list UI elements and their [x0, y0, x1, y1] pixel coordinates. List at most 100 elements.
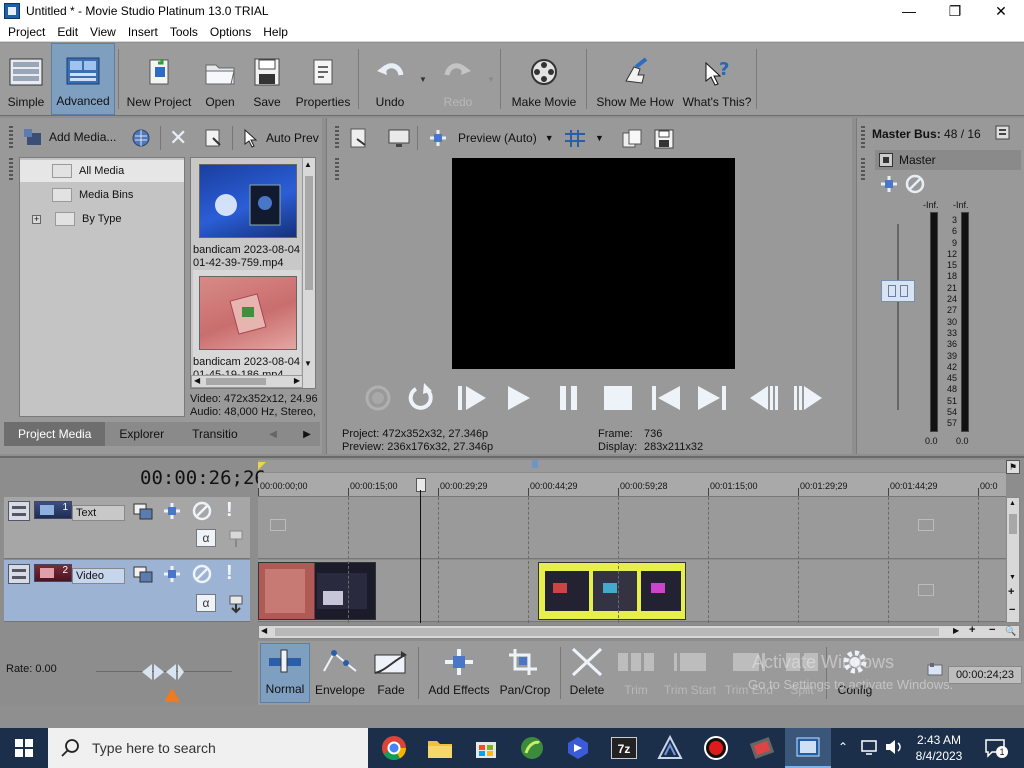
record-icon[interactable]	[365, 385, 391, 411]
trim-start-button[interactable]: Trim Start	[660, 643, 720, 703]
master-bus-properties-icon[interactable]	[995, 125, 1011, 144]
tree-item-media-bins[interactable]: Media Bins	[20, 184, 133, 206]
scroll-down-icon[interactable]: ▼	[1009, 574, 1016, 581]
panel-grip[interactable]	[335, 126, 339, 148]
track-expand-icon[interactable]	[8, 501, 30, 521]
app-taskbar-icon[interactable]	[647, 728, 693, 768]
video-preview-screen[interactable]	[452, 158, 735, 369]
copy-snapshot-icon[interactable]	[621, 128, 643, 153]
maximize-button[interactable]: ❐	[932, 0, 978, 22]
network-icon[interactable]	[860, 738, 880, 759]
tab-scroll-left-icon[interactable]: ◀	[264, 422, 282, 446]
master-fx-icon[interactable]	[879, 153, 893, 167]
undo-button[interactable]: Undo	[366, 43, 414, 115]
whats-this-button[interactable]: ? What's This?	[682, 43, 752, 115]
compositing-mode-icon[interactable]	[132, 564, 154, 587]
undo-dropdown-icon[interactable]: ▼	[419, 75, 427, 84]
media-list-hscrollbar[interactable]: ◀ ▶	[191, 375, 303, 388]
panel-grip[interactable]	[9, 158, 13, 180]
timeline-cursor-time[interactable]: 00:00:26;26	[140, 467, 266, 489]
panel-grip[interactable]	[335, 158, 339, 180]
scrollbar-thumb[interactable]	[305, 176, 313, 290]
media-file-item[interactable]: bandicam 2023-08-04 01-45-19-186.mp4	[193, 270, 301, 382]
scrollbar-thumb[interactable]	[1009, 514, 1017, 534]
loop-playback-icon[interactable]	[408, 383, 433, 410]
taskbar-search-box[interactable]: Type here to search	[48, 728, 368, 768]
app-taskbar-icon[interactable]	[739, 728, 785, 768]
panel-divider[interactable]	[0, 456, 1024, 458]
marker-icon[interactable]	[532, 460, 538, 468]
timeline-hscrollbar[interactable]: ◀ ▶ + − 🔍	[258, 624, 1020, 639]
zoom-out-vertical-icon[interactable]: −	[1009, 604, 1015, 616]
show-hidden-icons-icon[interactable]: ⌃	[838, 740, 848, 754]
play-from-start-icon[interactable]	[458, 386, 486, 410]
new-project-button[interactable]: New Project	[124, 43, 194, 115]
overlays-button[interactable]: ▼	[563, 128, 604, 148]
bandicam-taskbar-icon[interactable]	[693, 728, 739, 768]
tab-scroll-right-icon[interactable]: ▶	[298, 422, 316, 446]
scroll-down-icon[interactable]: ▼	[304, 359, 312, 368]
timeline-ruler[interactable]: 00:00:00;00 00:00:15;00 00:00:29;29 00:0…	[258, 473, 1006, 497]
track-alpha-icon[interactable]: α	[196, 594, 216, 612]
add-media-button[interactable]: Add Media...	[23, 127, 116, 147]
pan-crop-button[interactable]: Pan/Crop	[496, 643, 554, 703]
auto-preview-button[interactable]: Auto Prev	[242, 128, 319, 148]
timeline-lane-video[interactable]	[258, 560, 1006, 622]
expand-icon[interactable]: +	[32, 214, 41, 224]
panel-grip[interactable]	[9, 126, 13, 148]
compositing-mode-icon[interactable]	[132, 501, 154, 524]
master-volume-fader[interactable]	[881, 280, 915, 302]
envelope-tool-button[interactable]: Envelope	[312, 643, 368, 703]
menu-edit[interactable]: Edit	[51, 25, 84, 39]
close-button[interactable]: ✕	[978, 0, 1024, 22]
panel-grip[interactable]	[861, 158, 865, 180]
scroll-up-icon[interactable]: ▲	[1009, 500, 1016, 507]
media-properties-icon[interactable]	[204, 128, 222, 151]
7zip-taskbar-icon[interactable]: 7z	[601, 728, 647, 768]
scrollbar-thumb[interactable]	[275, 628, 939, 636]
menu-options[interactable]: Options	[204, 25, 257, 39]
previous-frame-icon[interactable]	[750, 386, 778, 410]
menu-view[interactable]: View	[84, 25, 122, 39]
scroll-left-icon[interactable]: ◀	[261, 626, 267, 635]
zoom-in-horizontal-icon[interactable]: +	[969, 624, 975, 636]
file-explorer-taskbar-icon[interactable]	[417, 728, 463, 768]
track-level-icon[interactable]	[226, 594, 246, 614]
marker-bar[interactable]	[258, 460, 1006, 472]
preview-properties-icon[interactable]	[349, 127, 369, 152]
remove-media-icon[interactable]: ✕	[169, 127, 187, 149]
menu-project[interactable]: Project	[2, 25, 51, 39]
microsoft-store-taskbar-icon[interactable]	[463, 728, 509, 768]
notification-center-icon[interactable]: 1	[984, 738, 1008, 761]
properties-button[interactable]: Properties	[292, 43, 354, 115]
track-name-text[interactable]: Text	[72, 505, 125, 521]
zoom-out-horizontal-icon[interactable]: −	[989, 624, 995, 636]
track-header-text[interactable]: 1 Text ! α	[4, 497, 250, 559]
tree-item-by-type[interactable]: + By Type	[20, 208, 122, 230]
start-button[interactable]	[0, 728, 48, 768]
tab-explorer[interactable]: Explorer	[105, 422, 178, 446]
external-monitor-icon[interactable]	[387, 128, 411, 151]
track-expand-icon[interactable]	[8, 564, 30, 584]
add-effects-button[interactable]: Add Effects	[426, 643, 492, 703]
tab-project-media[interactable]: Project Media	[4, 422, 106, 446]
next-frame-icon[interactable]	[794, 386, 822, 410]
redo-dropdown-icon[interactable]: ▼	[487, 75, 495, 84]
scroll-up-icon[interactable]: ▲	[304, 160, 312, 169]
timeline-vscrollbar[interactable]: ▲ ▼ + −	[1006, 497, 1020, 623]
track-fx-icon[interactable]	[162, 501, 182, 524]
scrollbar-thumb[interactable]	[206, 378, 266, 385]
taskbar-clock[interactable]: 2:43 AM 8/4/2023	[908, 732, 970, 764]
pause-icon[interactable]	[560, 386, 577, 410]
playhead-cursor[interactable]	[420, 490, 421, 623]
volume-icon[interactable]	[884, 738, 904, 759]
master-mute-icon[interactable]	[905, 174, 925, 197]
fade-tool-button[interactable]: Fade	[370, 643, 412, 703]
play-icon[interactable]	[508, 386, 530, 410]
advanced-mode-button[interactable]: Advanced	[51, 43, 115, 115]
show-me-how-button[interactable]: Show Me How	[592, 43, 678, 115]
zoom-in-vertical-icon[interactable]: +	[1008, 586, 1014, 598]
menu-tools[interactable]: Tools	[164, 25, 204, 39]
web-media-icon[interactable]	[131, 128, 151, 151]
timeline-lane-text[interactable]	[258, 497, 1006, 559]
